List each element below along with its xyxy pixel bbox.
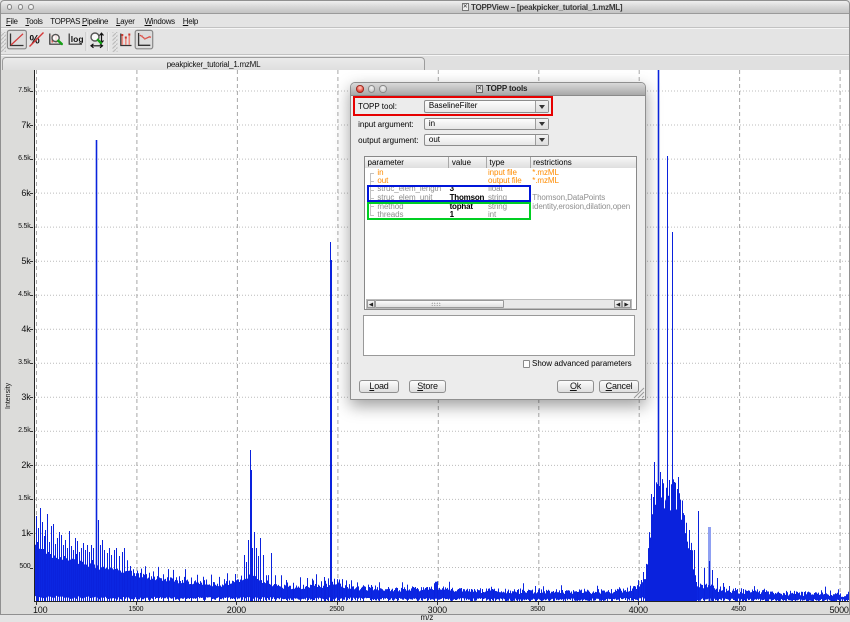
svg-text:log: log	[71, 34, 84, 44]
